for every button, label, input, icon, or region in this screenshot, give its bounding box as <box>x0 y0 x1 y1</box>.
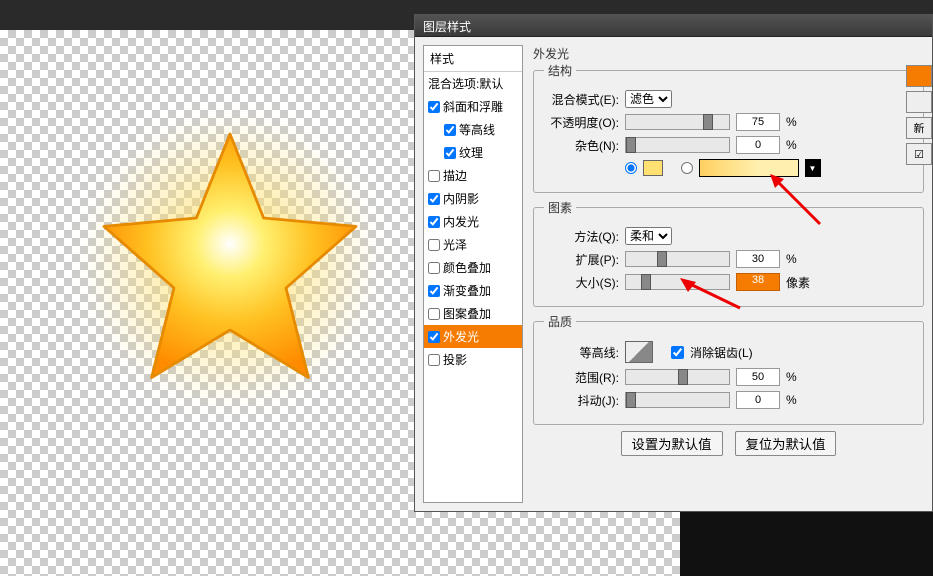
new-style-button[interactable]: 新 <box>906 117 932 139</box>
technique-select[interactable]: 柔和 <box>625 227 672 245</box>
make-default-button[interactable]: 设置为默认值 <box>621 431 723 456</box>
style-bevel-emboss[interactable]: 斜面和浮雕 <box>424 95 522 118</box>
opacity-input[interactable] <box>736 113 780 131</box>
elements-legend: 图素 <box>544 199 576 216</box>
noise-slider[interactable] <box>625 137 730 153</box>
glow-gradient-radio[interactable] <box>681 162 693 174</box>
jitter-label: 抖动(J): <box>544 392 619 409</box>
chk-inner-glow[interactable] <box>428 216 440 228</box>
star-shape <box>90 120 370 400</box>
chk-satin[interactable] <box>428 239 440 251</box>
jitter-slider[interactable] <box>625 392 730 408</box>
outer-glow-title: 外发光 <box>533 45 569 62</box>
spread-label: 扩展(P): <box>544 251 619 268</box>
chk-bevel[interactable] <box>428 101 440 113</box>
canvas-star-layer <box>70 100 390 420</box>
noise-input[interactable] <box>736 136 780 154</box>
chk-pattern-overlay[interactable] <box>428 308 440 320</box>
structure-legend: 结构 <box>544 62 576 79</box>
style-outer-glow[interactable]: 外发光 <box>424 325 522 348</box>
style-stroke[interactable]: 描边 <box>424 164 522 187</box>
quality-group: 品质 等高线: 消除锯齿(L) 范围(R): % <box>533 313 924 425</box>
technique-label: 方法(Q): <box>544 228 619 245</box>
range-label: 范围(R): <box>544 369 619 386</box>
style-inner-shadow[interactable]: 内阴影 <box>424 187 522 210</box>
chk-stroke[interactable] <box>428 170 440 182</box>
chk-drop-shadow[interactable] <box>428 354 440 366</box>
size-label: 大小(S): <box>544 274 619 291</box>
cancel-button[interactable] <box>906 91 932 113</box>
blend-mode-select[interactable]: 滤色 <box>625 90 672 108</box>
glow-gradient-swatch[interactable] <box>699 159 799 177</box>
opacity-label: 不透明度(O): <box>544 114 619 131</box>
quality-legend: 品质 <box>544 313 576 330</box>
style-texture[interactable]: 纹理 <box>424 141 522 164</box>
gradient-dropdown-icon[interactable]: ▼ <box>805 159 821 177</box>
dialog-titlebar[interactable]: 图层样式 <box>415 15 932 37</box>
blend-mode-label: 混合模式(E): <box>544 91 619 108</box>
chk-inner-shadow[interactable] <box>428 193 440 205</box>
size-unit: 像素 <box>786 274 814 291</box>
elements-group: 图素 方法(Q): 柔和 扩展(P): % 大小(S): 38 <box>533 199 924 307</box>
opacity-unit: % <box>786 115 814 129</box>
ok-button[interactable] <box>906 65 932 87</box>
glow-color-radio[interactable] <box>625 162 637 174</box>
chk-gradient-overlay[interactable] <box>428 285 440 297</box>
app-bottom-panel <box>680 510 933 576</box>
blend-options-row[interactable]: 混合选项:默认 <box>424 72 522 95</box>
style-contour[interactable]: 等高线 <box>424 118 522 141</box>
style-drop-shadow[interactable]: 投影 <box>424 348 522 371</box>
structure-group: 结构 混合模式(E): 滤色 不透明度(O): % 杂色(N): <box>533 62 924 193</box>
style-inner-glow[interactable]: 内发光 <box>424 210 522 233</box>
style-gradient-overlay[interactable]: 渐变叠加 <box>424 279 522 302</box>
contour-swatch[interactable] <box>625 341 653 363</box>
spread-slider[interactable] <box>625 251 730 267</box>
glow-color-swatch[interactable] <box>643 160 663 176</box>
opacity-slider[interactable] <box>625 114 730 130</box>
chk-outer-glow[interactable] <box>428 331 440 343</box>
spread-input[interactable] <box>736 250 780 268</box>
antialias-checkbox[interactable] <box>671 346 684 359</box>
size-input[interactable]: 38 <box>736 273 780 291</box>
range-unit: % <box>786 370 814 384</box>
noise-label: 杂色(N): <box>544 137 619 154</box>
range-slider[interactable] <box>625 369 730 385</box>
styles-list-panel: 样式 混合选项:默认 斜面和浮雕 等高线 纹理 描边 内阴影 内发光 光泽 颜色… <box>423 45 523 503</box>
dialog-right-buttons: 新 ☑ <box>906 65 932 169</box>
style-satin[interactable]: 光泽 <box>424 233 522 256</box>
settings-panel: 外发光 结构 混合模式(E): 滤色 不透明度(O): % 杂色(N): <box>523 37 932 511</box>
chk-texture[interactable] <box>444 147 456 159</box>
spread-unit: % <box>786 252 814 266</box>
chk-contour[interactable] <box>444 124 456 136</box>
size-slider[interactable] <box>625 274 730 290</box>
layer-style-dialog: 图层样式 样式 混合选项:默认 斜面和浮雕 等高线 纹理 描边 内阴影 内发光 … <box>414 14 933 512</box>
contour-label: 等高线: <box>544 344 619 361</box>
jitter-unit: % <box>786 393 814 407</box>
noise-unit: % <box>786 138 814 152</box>
antialias-label: 消除锯齿(L) <box>690 344 753 361</box>
styles-header[interactable]: 样式 <box>424 46 522 72</box>
preview-checkbox[interactable]: ☑ <box>906 143 932 165</box>
style-color-overlay[interactable]: 颜色叠加 <box>424 256 522 279</box>
style-pattern-overlay[interactable]: 图案叠加 <box>424 302 522 325</box>
reset-default-button[interactable]: 复位为默认值 <box>735 431 837 456</box>
range-input[interactable] <box>736 368 780 386</box>
jitter-input[interactable] <box>736 391 780 409</box>
dialog-title: 图层样式 <box>423 20 471 34</box>
outer-glow-group: 外发光 结构 混合模式(E): 滤色 不透明度(O): % 杂色(N): <box>533 45 924 456</box>
chk-color-overlay[interactable] <box>428 262 440 274</box>
